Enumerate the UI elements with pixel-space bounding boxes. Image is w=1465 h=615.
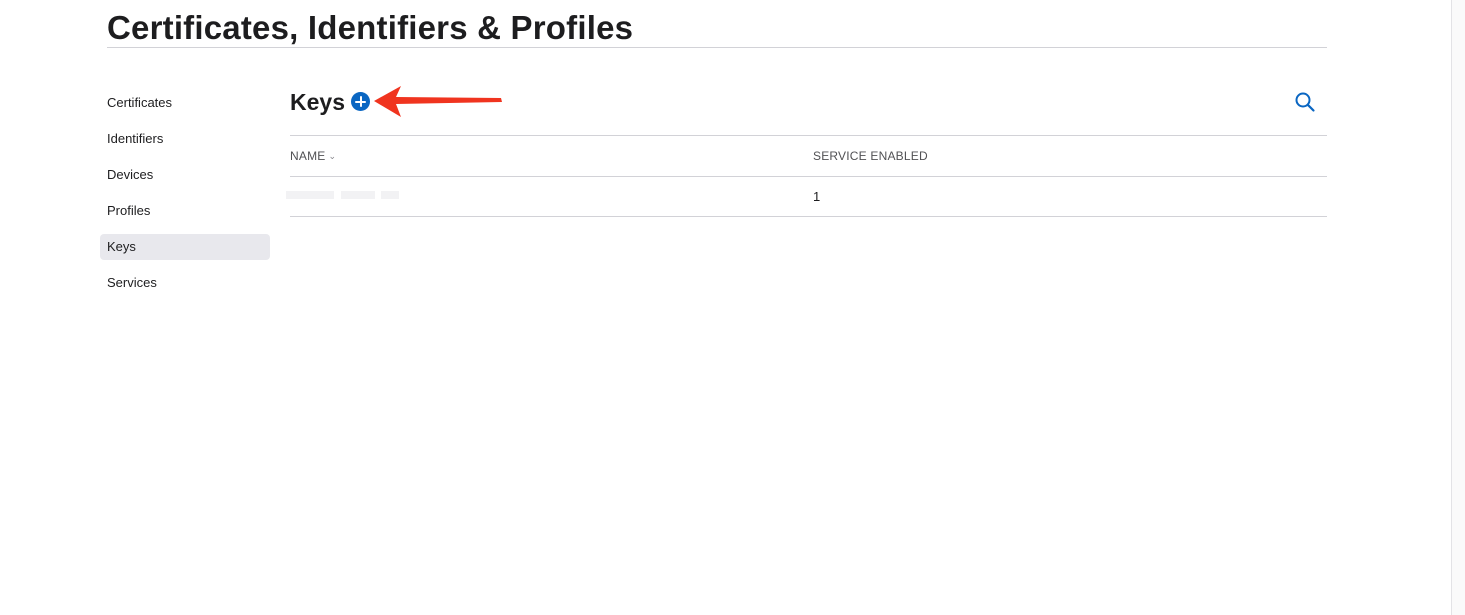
redacted-name-block — [381, 191, 399, 199]
sidebar-item-identifiers[interactable]: Identifiers — [100, 126, 270, 152]
chevron-down-icon: ⌄ — [328, 151, 337, 161]
column-header-name-label: NAME — [290, 149, 326, 163]
redacted-name-block — [341, 191, 375, 199]
sidebar-item-services[interactable]: Services — [100, 270, 270, 296]
sidebar-item-keys[interactable]: Keys — [100, 234, 270, 260]
page: Certificates, Identifiers & Profiles Cer… — [0, 0, 1465, 615]
column-header-name[interactable]: NAME ⌄ — [290, 136, 336, 177]
sidebar: Certificates Identifiers Devices Profile… — [100, 90, 270, 306]
table-row[interactable]: 1 — [286, 176, 1327, 217]
sidebar-item-devices[interactable]: Devices — [100, 162, 270, 188]
scrollbar[interactable] — [1451, 0, 1465, 615]
search-icon — [1295, 92, 1315, 112]
sidebar-item-certificates[interactable]: Certificates — [100, 90, 270, 116]
key-name-cell[interactable] — [286, 177, 401, 217]
section-title: Keys — [290, 89, 345, 115]
redacted-name-block — [286, 191, 334, 199]
annotation-arrow-icon — [374, 86, 502, 117]
column-header-service-enabled: SERVICE ENABLED — [813, 149, 928, 163]
service-enabled-cell: 1 — [813, 189, 821, 204]
page-title: Certificates, Identifiers & Profiles — [107, 9, 634, 46]
add-key-button[interactable] — [351, 92, 370, 111]
search-button[interactable] — [1293, 90, 1317, 114]
table-header: NAME ⌄ SERVICE ENABLED — [290, 135, 1327, 176]
keys-table: NAME ⌄ SERVICE ENABLED 1 — [286, 135, 1327, 217]
title-divider — [107, 47, 1327, 48]
sidebar-item-profiles[interactable]: Profiles — [100, 198, 270, 224]
